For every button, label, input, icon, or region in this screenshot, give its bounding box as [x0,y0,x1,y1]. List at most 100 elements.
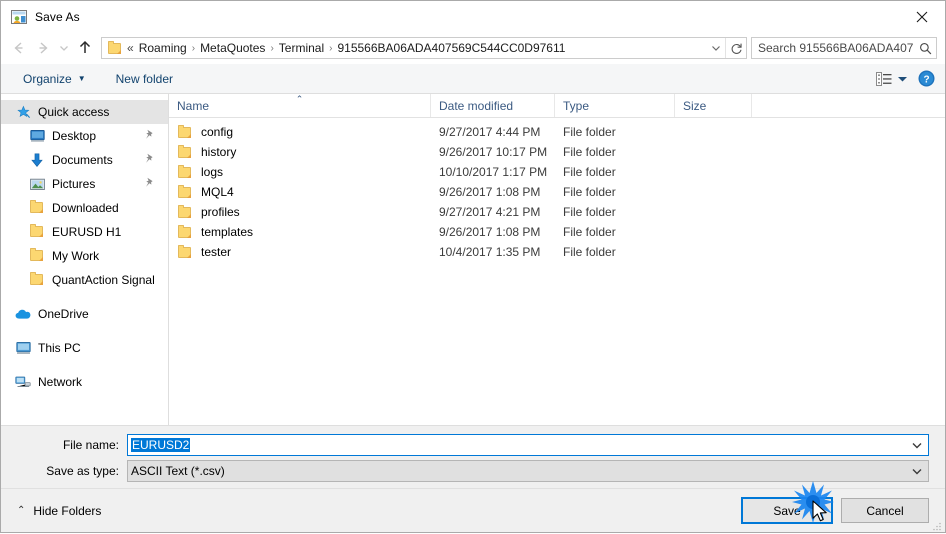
folder-icon [177,165,193,179]
folder-icon [29,248,45,264]
network-icon [15,374,31,390]
back-button[interactable] [7,36,31,60]
sidebar-item-label: Pictures [52,177,96,191]
file-type: File folder [563,225,616,239]
breadcrumb-item-3[interactable]: 915566BA06ADA407569C544CC0D97611 [334,41,568,55]
column-header-name[interactable]: ⌃ Name [169,94,431,117]
file-name-input[interactable]: EURUSD2 [127,434,929,456]
address-bar[interactable]: « Roaming › MetaQuotes › Terminal › 9155… [101,37,747,59]
organize-button[interactable]: Organize ▼ [17,70,92,88]
file-date: 9/27/2017 4:44 PM [439,125,541,139]
folder-icon [29,224,45,240]
column-header-type[interactable]: Type [555,94,675,117]
save-button[interactable]: Save [741,497,833,524]
file-name-cell: config [169,125,431,139]
pin-icon[interactable] [144,153,154,167]
address-dropdown-icon[interactable] [707,42,725,54]
file-name-cell: MQL4 [169,185,431,199]
refresh-icon[interactable] [725,38,746,58]
file-type: File folder [563,165,616,179]
sidebar-item-label: OneDrive [38,307,89,321]
recent-locations-button[interactable] [55,36,73,60]
svg-text:?: ? [923,74,929,85]
breadcrumb-item-1[interactable]: MetaQuotes [197,41,268,55]
breadcrumb-sep[interactable]: › [190,43,197,54]
dialog-footer: ⌃ Hide Folders Save Cancel [1,488,945,532]
breadcrumb-item-2[interactable]: Terminal [276,41,327,55]
folder-icon [29,272,45,288]
file-type: File folder [563,145,616,159]
sidebar-item-network[interactable]: Network [1,370,168,394]
search-icon [914,42,936,55]
sidebar-item-this-pc[interactable]: This PC [1,336,168,360]
sidebar-item-label: My Work [52,249,100,263]
sidebar-item-label: Documents [52,153,113,167]
file-name: MQL4 [201,185,234,199]
breadcrumb-sep[interactable]: › [268,43,275,54]
file-type: File folder [563,245,616,259]
table-row[interactable]: config 9/27/2017 4:44 PM File folder [169,122,945,142]
sidebar-item-quantaction-signal[interactable]: QuantAction Signal [1,268,168,292]
search-input[interactable]: Search 915566BA06ADA40756... [752,41,914,55]
cancel-button[interactable]: Cancel [841,498,929,523]
forward-button[interactable] [31,36,55,60]
sidebar-item-eurusd-h1[interactable]: EURUSD H1 [1,220,168,244]
breadcrumb-overflow[interactable]: « [127,41,136,55]
table-row[interactable]: logs 10/10/2017 1:17 PM File folder [169,162,945,182]
table-row[interactable]: profiles 9/27/2017 4:21 PM File folder [169,202,945,222]
sidebar-item-downloaded[interactable]: Downloaded [1,196,168,220]
help-icon[interactable]: ? [918,70,935,87]
column-header-date-modified[interactable]: Date modified [431,94,555,117]
search-box[interactable]: Search 915566BA06ADA40756... [751,37,937,59]
file-name-value[interactable]: EURUSD2 [128,438,906,452]
sidebar-item-label: Downloaded [52,201,119,215]
file-date: 9/27/2017 4:21 PM [439,205,541,219]
file-date: 9/26/2017 1:08 PM [439,225,541,239]
save-as-type-select[interactable]: ASCII Text (*.csv) [127,460,929,482]
sidebar-item-onedrive[interactable]: OneDrive [1,302,168,326]
save-as-dialog: Save As « Roaming › MetaQuotes › Termina… [0,0,946,533]
organize-label: Organize [23,71,72,86]
pictures-icon [29,176,45,192]
file-date: 10/10/2017 1:17 PM [439,165,548,179]
chevron-down-icon[interactable] [906,441,928,450]
chevron-down-icon[interactable] [906,467,928,476]
hide-folders-button[interactable]: ⌃ Hide Folders [17,504,101,518]
sidebar-item-label: This PC [38,341,81,355]
navigation-pane: Quick access Desktop Documents Pictures … [1,94,169,425]
chevron-down-icon [60,46,68,51]
table-row[interactable]: history 9/26/2017 10:17 PM File folder [169,142,945,162]
new-folder-button[interactable]: New folder [110,70,179,88]
folder-icon [177,205,193,219]
table-row[interactable]: tester 10/4/2017 1:35 PM File folder [169,242,945,262]
sidebar-item-documents[interactable]: Documents [1,148,168,172]
resize-grip[interactable] [932,520,942,531]
sidebar-item-my-work[interactable]: My Work [1,244,168,268]
column-header-label: Date modified [439,98,514,113]
column-header-label: Type [563,98,590,113]
pin-icon[interactable] [144,177,154,191]
table-row[interactable]: MQL4 9/26/2017 1:08 PM File folder [169,182,945,202]
sidebar-item-desktop[interactable]: Desktop [1,124,168,148]
column-headers: ⌃ Name Date modified Type Size [169,94,945,118]
this-pc-icon [15,340,31,356]
table-row[interactable]: templates 9/26/2017 1:08 PM File folder [169,222,945,242]
sidebar-divider [1,360,168,370]
file-name: logs [201,165,224,179]
file-date: 10/4/2017 1:35 PM [439,245,541,259]
view-list-icon [876,71,892,86]
change-view-button[interactable] [876,71,908,86]
column-header-size[interactable]: Size [675,94,752,117]
sidebar-item-quick-access[interactable]: Quick access [1,100,168,124]
dialog-body: Quick access Desktop Documents Pictures … [1,94,945,426]
sidebar-item-label: QuantAction Signal [52,273,155,287]
sidebar-item-label: Desktop [52,129,97,143]
pin-icon[interactable] [144,129,154,143]
command-bar: Organize ▼ New folder ? [1,64,945,94]
up-button[interactable] [73,36,97,60]
breadcrumb-item-0[interactable]: Roaming [136,41,190,55]
close-icon[interactable] [899,1,945,32]
breadcrumb-sep[interactable]: › [327,43,334,54]
folder-icon [177,245,193,259]
sidebar-item-pictures[interactable]: Pictures [1,172,168,196]
